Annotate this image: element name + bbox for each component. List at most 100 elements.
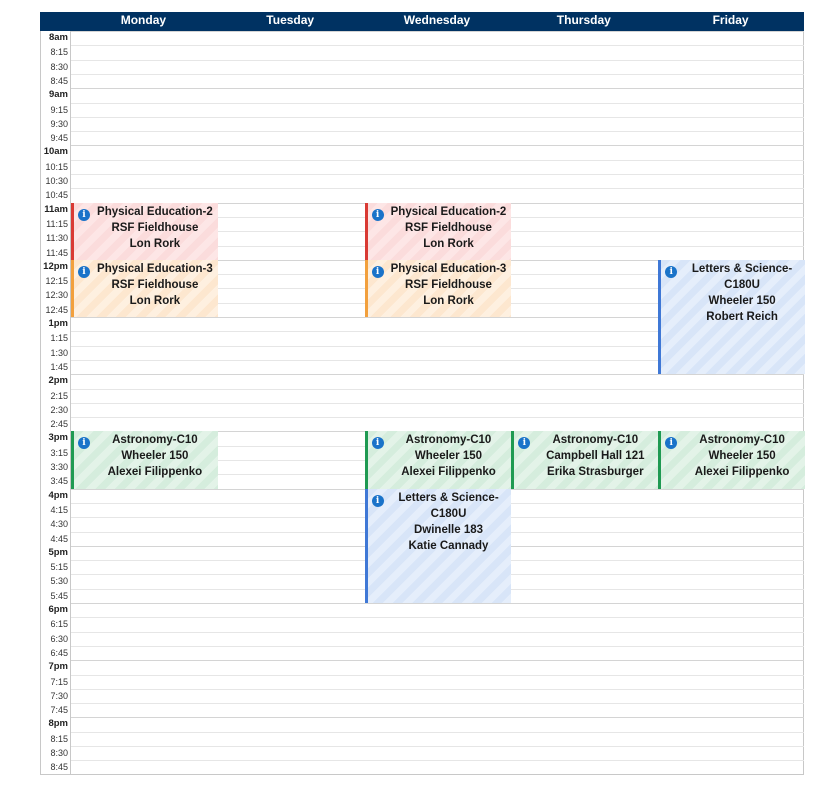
event-course: Physical Education-3 — [390, 262, 507, 275]
day-header-monday: Monday — [120, 13, 167, 27]
class-event-block[interactable]: i Astronomy-C10 Wheeler 150 Alexei Filippen… — [71, 431, 218, 489]
event-course: Astronomy-C10 — [552, 434, 639, 447]
event-course: Astronomy-C10 — [112, 434, 198, 447]
grid-line — [70, 731, 804, 733]
time-label: 3:30 — [50, 462, 68, 472]
day-header-wednesday: Wednesday — [403, 13, 471, 27]
event-detail-line: Lon Rork — [423, 237, 474, 250]
time-label: 12:45 — [45, 304, 68, 315]
event-details: Astronomy-C10 Wheeler 150 Alexei Filippenk… — [388, 432, 510, 480]
event-detail-line: Wheeler 150 — [708, 294, 776, 307]
grid-line — [70, 660, 804, 662]
event-detail-line: C180U — [724, 278, 760, 291]
event-detail-line: Dwinelle 183 — [413, 523, 484, 536]
event-details: Physical Education-3 RSF Fieldhouse Lon Ro… — [94, 261, 216, 309]
time-label: 7pm — [48, 661, 68, 673]
grid-line — [70, 645, 804, 647]
time-label: 8:15 — [50, 733, 68, 744]
grid-line — [70, 116, 804, 118]
event-details: Astronomy-C10 Wheeler 150 Alexei Filippenk… — [681, 432, 803, 480]
event-course: Astronomy-C10 — [405, 434, 492, 447]
event-course: Letters & Science- — [691, 262, 793, 275]
class-event-block[interactable]: i Astronomy-C10 Campbell Hall 121 Erika Str… — [511, 431, 659, 489]
event-detail-line: Lon Rork — [129, 294, 181, 307]
info-icon[interactable]: i — [371, 208, 384, 221]
grid-line — [70, 402, 804, 404]
time-label: 10:45 — [45, 190, 68, 201]
time-label: 4pm — [48, 489, 68, 501]
event-course: Astronomy-C10 — [699, 434, 785, 447]
event-detail-line: Robert Reich — [706, 310, 778, 323]
grid-line — [70, 131, 804, 133]
info-icon[interactable]: i — [371, 265, 384, 278]
class-event-block[interactable]: i Physical Education-3 RSF Fieldhouse Lon R… — [364, 259, 512, 317]
time-label: 10:30 — [45, 176, 68, 186]
grid-line — [70, 703, 804, 705]
time-label: 11:15 — [46, 218, 68, 229]
info-icon[interactable]: i — [665, 265, 678, 278]
grid-line — [70, 88, 804, 90]
class-event-block[interactable]: i Astronomy-C10 Wheeler 150 Alexei Filippen… — [364, 431, 512, 489]
event-detail-line: Alexei Filippenko — [107, 466, 203, 479]
event-detail-line: Erika Strasburger — [547, 466, 644, 479]
time-label: 9:45 — [50, 133, 68, 144]
event-detail-line: Wheeler 150 — [414, 450, 483, 463]
time-label: 12:15 — [45, 276, 68, 287]
info-icon[interactable]: i — [78, 437, 90, 450]
class-event-block[interactable]: i Astronomy-C10 Wheeler 150 Alexei Filippen… — [658, 431, 805, 489]
info-icon[interactable]: i — [78, 265, 90, 278]
event-details: Physical Education-3 RSF Fieldhouse Lon Ro… — [388, 261, 510, 309]
grid-line — [70, 603, 804, 604]
calendar-header: Monday Tuesday Wednesday Thursday Friday — [40, 12, 804, 31]
event-details: Physical Education-2 RSF Fieldhouse Lon Ro… — [388, 204, 510, 252]
grid-line — [70, 145, 804, 147]
class-event-block[interactable]: i Physical Education-3 RSF Fieldhouse Lon R… — [71, 259, 218, 317]
time-label: 11am — [44, 203, 68, 215]
info-icon[interactable]: i — [518, 437, 531, 450]
time-label: 8pm — [48, 718, 68, 730]
weekly-calendar: Monday Tuesday Wednesday Thursday Friday 8am… — [40, 12, 805, 775]
time-label: 6:45 — [50, 647, 68, 658]
info-icon[interactable]: i — [371, 437, 384, 450]
grid-line — [70, 388, 804, 390]
event-details: Astronomy-C10 Campbell Hall 121 Erika Stra… — [534, 432, 656, 480]
time-label: 9:30 — [50, 118, 68, 129]
event-detail-line: Katie Cannady — [408, 539, 489, 552]
time-label: 2:30 — [50, 404, 68, 415]
time-label: 9:15 — [50, 104, 68, 115]
class-event-block[interactable]: i Physical Education-2 RSF Fieldhouse Lon R… — [364, 202, 512, 260]
event-detail-line: RSF Fieldhouse — [111, 221, 199, 234]
class-event-block[interactable]: i Letters & Science- C180U Dwinelle 183 Kati… — [364, 488, 512, 603]
time-label: 8:45 — [50, 75, 68, 86]
time-label: 9am — [48, 89, 68, 101]
event-course: Physical Education-2 — [97, 205, 213, 218]
time-label: 10am — [43, 146, 68, 158]
day-header-thursday: Thursday — [556, 13, 611, 27]
grid-line — [70, 31, 804, 32]
class-event-block[interactable]: i Letters & Science- C180U Wheeler 150 Rober… — [658, 259, 805, 375]
event-details: Physical Education-2 RSF Fieldhouse Lon Ro… — [94, 204, 216, 252]
info-icon[interactable]: i — [371, 494, 384, 507]
event-detail-line: Lon Rork — [129, 237, 181, 250]
event-course: Letters & Science- — [398, 491, 499, 504]
time-label: 11:30 — [46, 233, 68, 244]
time-label: 1:45 — [50, 361, 68, 372]
grid-line — [70, 45, 804, 47]
info-icon[interactable]: i — [665, 437, 678, 450]
time-label: 2:15 — [50, 390, 68, 401]
time-column-divider — [70, 31, 71, 775]
class-event-block[interactable]: i Physical Education-2 RSF Fieldhouse Lon R… — [71, 202, 218, 260]
event-detail-line: Campbell Hall 121 — [546, 450, 645, 463]
time-label: 4:15 — [50, 504, 68, 515]
event-detail-line: Alexei Filippenko — [401, 466, 496, 479]
time-label: 7:15 — [50, 676, 68, 687]
time-label: 7:30 — [50, 690, 68, 701]
time-label: 4:30 — [50, 519, 68, 530]
grid-line — [70, 631, 804, 633]
info-icon[interactable]: i — [78, 208, 90, 221]
grid-line — [70, 102, 804, 104]
event-detail-line: C180U — [430, 507, 467, 520]
grid-line — [70, 674, 804, 676]
time-label: 12pm — [43, 260, 68, 272]
time-label: 5:15 — [50, 562, 68, 573]
